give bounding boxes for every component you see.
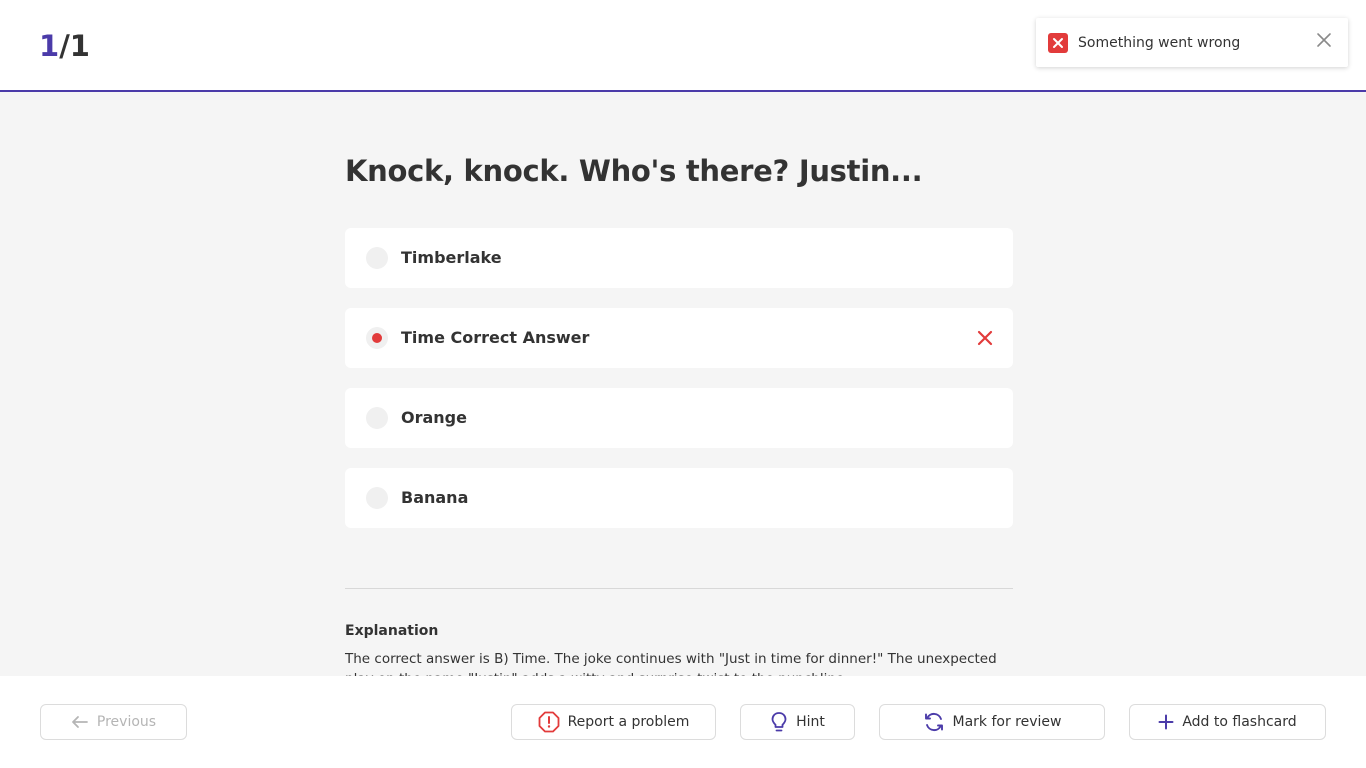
option-label: Banana (401, 488, 469, 507)
hint-button[interactable]: Hint (740, 704, 855, 740)
flashcard-label: Add to flashcard (1182, 714, 1297, 730)
close-icon[interactable] (1316, 32, 1332, 48)
answer-options: Timberlake Time Correct Answer Orange Ba… (345, 228, 1013, 528)
total-questions: /1 (59, 29, 90, 63)
option-label: Time Correct Answer (401, 328, 590, 347)
answer-option[interactable]: Banana (345, 468, 1013, 528)
explanation-title: Explanation (345, 623, 439, 639)
option-label: Timberlake (401, 248, 502, 267)
radio-button[interactable] (366, 247, 388, 269)
plus-icon (1158, 714, 1174, 730)
question-text: Knock, knock. Who's there? Justin... (345, 154, 923, 188)
refresh-icon (924, 712, 943, 732)
warning-octagon-icon (538, 711, 559, 733)
report-label: Report a problem (567, 714, 690, 730)
divider (345, 588, 1013, 589)
radio-button[interactable] (366, 487, 388, 509)
question-counter: 1/1 (39, 28, 90, 64)
answer-option[interactable]: Timberlake (345, 228, 1013, 288)
toast-message: Something went wrong (1078, 35, 1241, 51)
bottom-toolbar: Previous Report a problem Hint Mark for … (0, 676, 1366, 768)
hint-label: Hint (796, 714, 825, 730)
answer-option-selected[interactable]: Time Correct Answer (345, 308, 1013, 368)
previous-button[interactable]: Previous (40, 704, 187, 740)
report-problem-button[interactable]: Report a problem (511, 704, 716, 740)
error-toast: Something went wrong (1036, 18, 1348, 67)
incorrect-icon (977, 330, 993, 346)
current-question-number: 1 (39, 29, 60, 63)
previous-label: Previous (96, 714, 157, 730)
arrow-left-icon (72, 716, 88, 728)
answer-option[interactable]: Orange (345, 388, 1013, 448)
option-label: Orange (401, 408, 467, 427)
question-panel: Knock, knock. Who's there? Justin... Tim… (345, 150, 1013, 548)
error-icon (1048, 33, 1068, 53)
radio-button[interactable] (366, 407, 388, 429)
lightbulb-icon (771, 712, 787, 732)
review-label: Mark for review (952, 714, 1062, 730)
add-to-flashcard-button[interactable]: Add to flashcard (1129, 704, 1326, 740)
radio-button-selected[interactable] (366, 327, 388, 349)
mark-for-review-button[interactable]: Mark for review (879, 704, 1105, 740)
